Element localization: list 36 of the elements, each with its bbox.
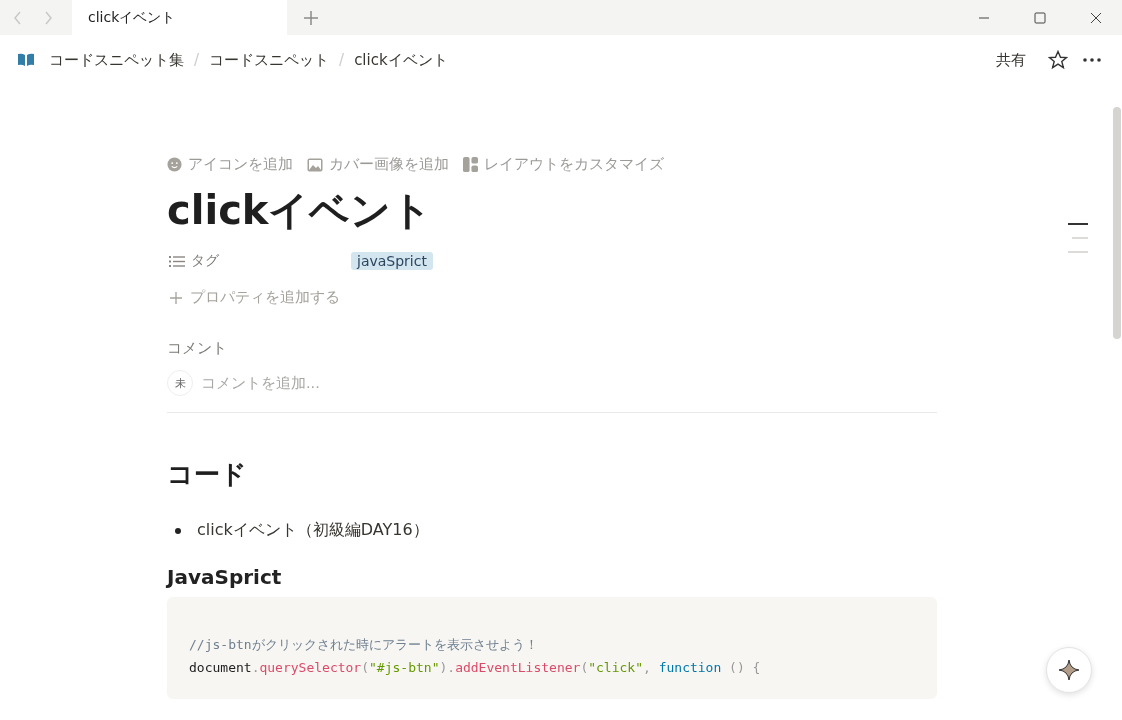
layout-icon <box>463 157 478 172</box>
breadcrumb-separator: / <box>339 51 345 69</box>
close-icon[interactable] <box>1090 11 1102 24</box>
comment-input-field[interactable]: コメントを追加... <box>201 375 501 391</box>
breadcrumb-item[interactable]: clickイベント <box>354 50 448 70</box>
code-line: //js-btnがクリックされた時にアラートを表示させよう！ <box>189 636 539 654</box>
breadcrumb-separator: / <box>194 51 200 69</box>
share-button[interactable]: 共有 <box>996 50 1026 70</box>
tab[interactable]: clickイベント <box>72 0 287 35</box>
tag[interactable]: javaSprict <box>351 252 433 270</box>
outline-marker[interactable] <box>1068 223 1088 225</box>
assistant-button[interactable] <box>1046 647 1092 693</box>
outline-marker[interactable] <box>1072 237 1088 239</box>
page-title: clickイベント <box>167 186 434 235</box>
property-name: タグ <box>191 252 219 270</box>
code-line: document.querySelector("#js-btn").addEventListener("click", function () { <box>189 659 762 677</box>
star-icon[interactable] <box>1048 50 1068 70</box>
scrollbar-thumb[interactable] <box>1113 107 1121 339</box>
back-icon[interactable] <box>12 10 24 25</box>
plus-icon <box>170 291 182 304</box>
sub-heading: JavaSprict <box>167 565 283 589</box>
book-icon <box>17 53 35 67</box>
sparkle-icon <box>1058 659 1080 681</box>
smiley-icon <box>167 157 182 172</box>
breadcrumb-item[interactable]: コードスニペット <box>209 50 330 70</box>
bullet-item: clickイベント（初級編DAY16） <box>197 520 429 541</box>
image-icon <box>307 157 323 172</box>
list-icon <box>169 254 185 268</box>
breadcrumb-item[interactable]: コードスニペット集 <box>49 50 184 70</box>
maximize-icon[interactable] <box>1034 11 1046 24</box>
comments-heading: コメント <box>167 339 228 358</box>
new-tab-icon[interactable] <box>303 9 319 26</box>
outline-marker[interactable] <box>1068 251 1088 253</box>
section-heading: コード <box>167 458 248 491</box>
forward-icon[interactable] <box>42 10 54 25</box>
more-icon[interactable] <box>1082 57 1102 63</box>
